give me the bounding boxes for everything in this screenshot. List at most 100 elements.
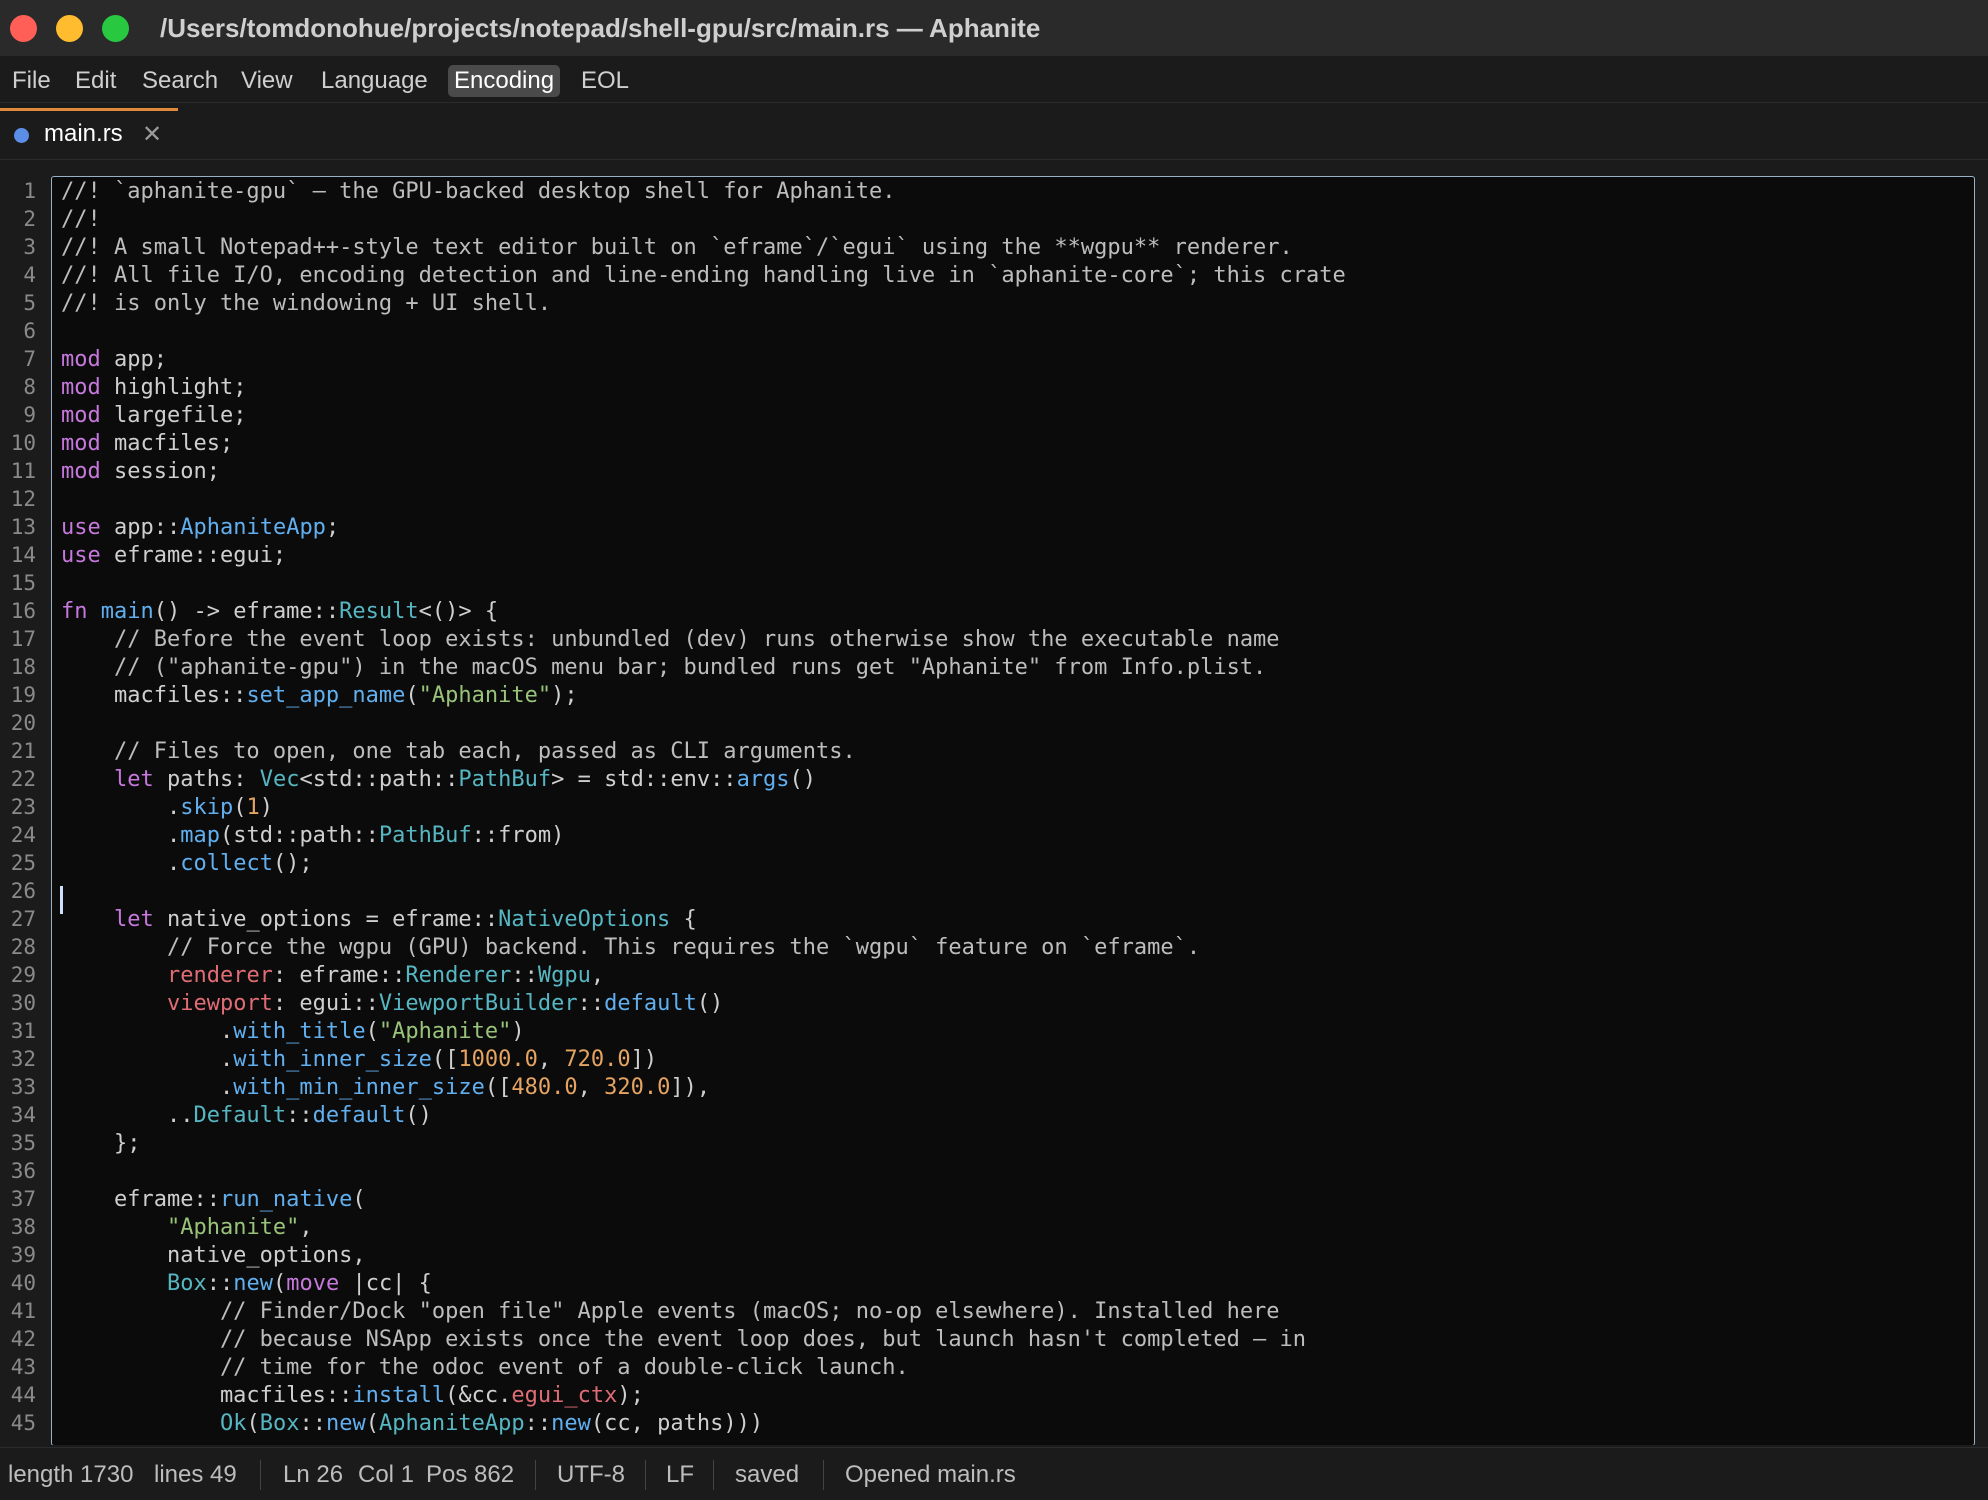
code-token: :: xyxy=(524,1411,552,1436)
menu-view[interactable]: View xyxy=(235,65,299,97)
code-token: (); xyxy=(272,851,313,876)
line-number: 30 xyxy=(10,991,36,1015)
code-token: { xyxy=(670,907,697,932)
code-line: //! `aphanite-gpu` — the GPU-backed desk… xyxy=(61,178,1346,206)
code-line: // Before the event loop exists: unbundl… xyxy=(61,626,1346,654)
code-token: > = std::env:: xyxy=(551,767,737,792)
code-token: <std::path:: xyxy=(299,767,459,792)
code-line: .map(std::path::PathBuf::from) xyxy=(61,822,1346,850)
line-number: 43 xyxy=(10,1355,36,1379)
status-length: length 1730 xyxy=(8,1461,134,1488)
code-line: eframe::run_native( xyxy=(61,1186,1346,1214)
zoom-window-button[interactable] xyxy=(102,15,129,42)
code-token: Wgpu xyxy=(537,963,591,988)
minimize-window-button[interactable] xyxy=(56,15,83,42)
code-token: macfiles:: xyxy=(61,1383,353,1408)
code-token: ([ xyxy=(431,1047,459,1072)
menu-encoding[interactable]: Encoding xyxy=(448,65,561,97)
code-token: (cc, paths))) xyxy=(590,1411,764,1436)
line-number: 10 xyxy=(10,431,36,455)
code-token: native_options = eframe:: xyxy=(153,907,499,932)
code-token: args xyxy=(736,767,790,792)
code-token: mod xyxy=(61,403,101,428)
code-token: // Files to open, one tab each, passed a… xyxy=(61,739,856,764)
code-token: "Aphanite" xyxy=(418,683,552,708)
status-lines: lines 49 xyxy=(154,1461,237,1488)
code-token: ); xyxy=(551,683,578,708)
code-line: viewport: egui::ViewportBuilder::default… xyxy=(61,990,1346,1018)
status-encoding[interactable]: UTF-8 xyxy=(557,1459,625,1491)
code-token: (&cc. xyxy=(445,1383,512,1408)
code-token: NativeOptions xyxy=(498,907,671,932)
menu-search[interactable]: Search xyxy=(136,65,224,97)
code-line: "Aphanite", xyxy=(61,1214,1346,1242)
menu-file[interactable]: File xyxy=(6,65,57,97)
code-token: ( xyxy=(233,795,247,820)
code-token: mod xyxy=(61,347,101,372)
line-number: 25 xyxy=(10,851,36,875)
code-line: // Files to open, one tab each, passed a… xyxy=(61,738,1346,766)
line-number: 13 xyxy=(10,515,36,539)
line-number: 8 xyxy=(23,375,36,399)
code-token: eframe:: xyxy=(61,1187,220,1212)
code-token: with_min_inner_size xyxy=(233,1075,485,1100)
line-number: 18 xyxy=(10,655,36,679)
code-token: :: xyxy=(286,1103,313,1128)
menu-edit[interactable]: Edit xyxy=(69,65,122,97)
line-number: 19 xyxy=(10,683,36,707)
status-eol[interactable]: LF xyxy=(666,1459,694,1491)
code-token: default xyxy=(604,991,697,1016)
code-text-area[interactable]: //! `aphanite-gpu` — the GPU-backed desk… xyxy=(51,176,1975,1445)
code-token: Result xyxy=(339,599,419,624)
tab-main-rs[interactable]: main.rs ✕ xyxy=(0,108,178,158)
code-token: new xyxy=(233,1271,273,1296)
tab-label: main.rs xyxy=(44,120,123,147)
code-line: //! A small Notepad++-style text editor … xyxy=(61,234,1346,262)
status-line: Ln 26 xyxy=(283,1461,344,1488)
code-token: , xyxy=(537,1047,565,1072)
close-window-button[interactable] xyxy=(10,15,37,42)
line-number: 1 xyxy=(23,179,36,203)
code-token: ) xyxy=(511,1019,525,1044)
code-token: () xyxy=(789,767,817,792)
code-token: :: xyxy=(299,1411,326,1436)
close-tab-icon[interactable]: ✕ xyxy=(140,118,164,150)
code-line: // ("aphanite-gpu") in the macOS menu ba… xyxy=(61,654,1346,682)
line-number: 44 xyxy=(10,1383,36,1407)
code-token: Renderer xyxy=(405,963,512,988)
status-saved: saved xyxy=(735,1461,800,1488)
code-token: let xyxy=(113,767,154,792)
code-token: run_native xyxy=(219,1187,353,1212)
code-line: use app::AphaniteApp; xyxy=(61,514,1346,542)
line-number: 5 xyxy=(23,291,36,315)
code-token: use xyxy=(61,543,101,568)
code-token: // time for the odoc event of a double-c… xyxy=(61,1355,909,1380)
code-token: Default xyxy=(193,1103,287,1128)
code-token: . xyxy=(61,1019,234,1044)
menu-language[interactable]: Language xyxy=(315,65,434,97)
code-line: // time for the odoc event of a double-c… xyxy=(61,1354,1346,1382)
code-token: 1000.0 xyxy=(458,1047,538,1072)
code-token: default xyxy=(312,1103,406,1128)
code-token: //! All file I/O, encoding detection and… xyxy=(61,263,1346,288)
code-token: map xyxy=(180,823,220,848)
line-number: 29 xyxy=(10,963,36,987)
code-token: egui_ctx xyxy=(511,1383,618,1408)
menu-eol[interactable]: EOL xyxy=(575,65,635,97)
code-token: // Force the wgpu (GPU) backend. This re… xyxy=(61,935,1201,960)
code-token: AphaniteApp xyxy=(378,1411,525,1436)
status-divider xyxy=(823,1460,824,1490)
code-token: . xyxy=(61,1047,234,1072)
code-token: ([ xyxy=(484,1075,512,1100)
code-token: fn xyxy=(61,599,88,624)
code-token: ]), xyxy=(670,1075,711,1100)
line-number: 4 xyxy=(23,263,36,287)
title-bar[interactable]: /Users/tomdonohue/projects/notepad/shell… xyxy=(0,0,1988,56)
code-token: use xyxy=(61,515,101,540)
line-number: 9 xyxy=(23,403,36,427)
line-number: 33 xyxy=(10,1075,36,1099)
